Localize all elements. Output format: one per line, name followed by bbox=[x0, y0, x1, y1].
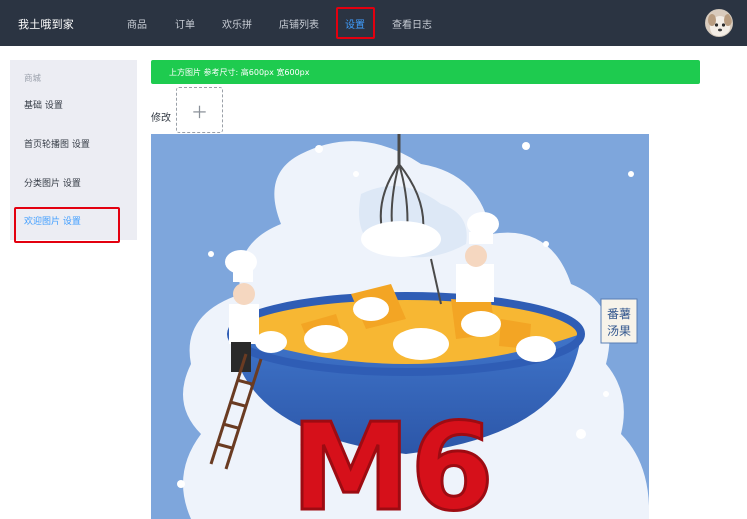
nav-item-store-list[interactable]: 店铺列表 bbox=[279, 16, 319, 31]
sidebar-item-basic-settings[interactable]: 基础 设置 bbox=[24, 98, 63, 111]
nav-item-orders[interactable]: 订单 bbox=[175, 16, 195, 31]
poster-big-text: M6 bbox=[291, 399, 494, 519]
poster-stamp-line1: 番薯 bbox=[607, 307, 631, 321]
top-navbar: 我土哦到家 商品 订单 欢乐拼 店铺列表 设置 查看日志 bbox=[0, 0, 747, 46]
brand-title[interactable]: 我土哦到家 bbox=[18, 16, 74, 32]
welcome-image-highlight-box bbox=[14, 207, 120, 243]
sidebar-group-label: 商城 bbox=[24, 74, 42, 84]
nav-item-goods[interactable]: 商品 bbox=[127, 16, 147, 31]
avatar-dog-icon[interactable] bbox=[705, 9, 733, 37]
welcome-image-preview: M6 番薯 汤果 bbox=[151, 134, 649, 519]
sidebar-item-carousel-settings[interactable]: 首页轮播图 设置 bbox=[24, 137, 90, 150]
image-upload-button[interactable] bbox=[176, 87, 223, 133]
poster-stamp-line2: 汤果 bbox=[607, 324, 631, 338]
plus-icon bbox=[193, 105, 206, 119]
size-tip-banner: 上方图片 参考尺寸: 高600px 宽600px bbox=[151, 60, 700, 84]
settings-highlight-box bbox=[336, 7, 375, 39]
nav-item-view-logs[interactable]: 查看日志 bbox=[392, 16, 432, 31]
sidebar-item-category-image-settings[interactable]: 分类图片 设置 bbox=[24, 176, 81, 189]
nav-item-group-buy[interactable]: 欢乐拼 bbox=[222, 16, 252, 31]
edit-label: 修改 bbox=[151, 113, 171, 124]
size-tip-text: 上方图片 参考尺寸: 高600px 宽600px bbox=[169, 68, 310, 77]
